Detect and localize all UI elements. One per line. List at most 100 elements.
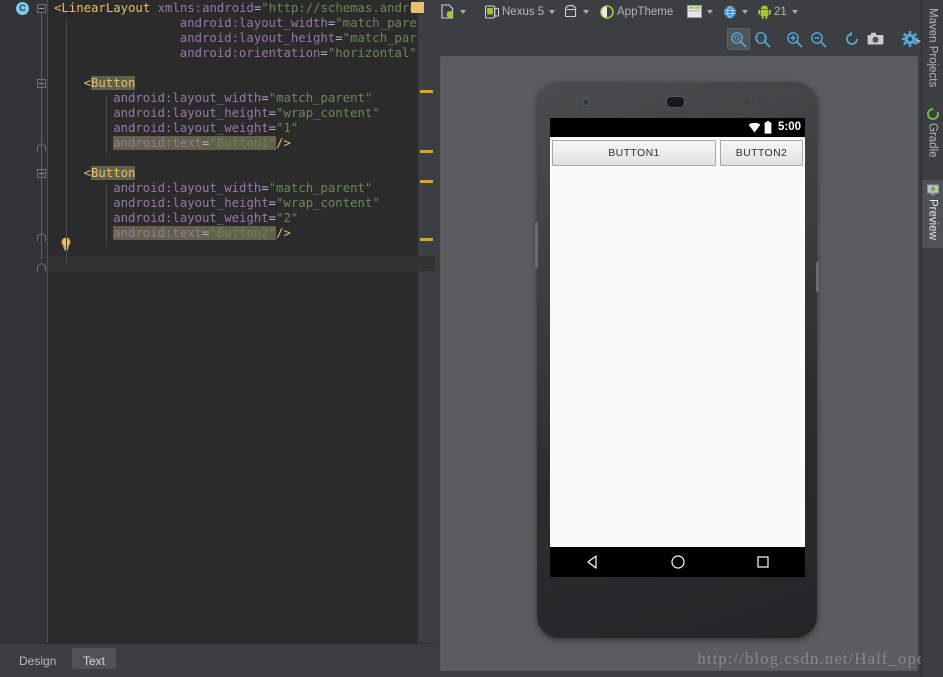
code-token: /> xyxy=(276,226,291,240)
code-folding-column[interactable] xyxy=(36,0,48,643)
code-token: "match_parent" xyxy=(268,181,373,195)
code-token: = xyxy=(335,31,343,45)
xml-class-marker-icon[interactable]: C xyxy=(16,2,29,15)
zoom-actual-size-button[interactable]: 1:1 xyxy=(751,28,774,50)
api-selector[interactable]: 21 xyxy=(758,2,798,21)
linear-layout-horizontal: BUTTON1 BUTTON2 xyxy=(550,137,805,169)
code-token: android:text xyxy=(113,136,203,150)
code-line[interactable]: android:layout_weight="2" xyxy=(113,211,298,226)
device-preview-nexus5[interactable]: 5:00 BUTTON1 BUTTON2 xyxy=(535,82,819,638)
code-line[interactable]: <Button xyxy=(84,166,136,181)
fold-region-line xyxy=(41,87,42,139)
code-line[interactable]: <LinearLayout xmlns:android="http://sche… xyxy=(54,1,435,16)
zoom-in-button[interactable] xyxy=(783,28,806,50)
code-token: /> xyxy=(276,136,291,150)
chevron-down-icon[interactable] xyxy=(742,9,748,14)
wifi-icon xyxy=(748,122,761,133)
settings-button[interactable] xyxy=(898,28,921,50)
right-tool-window-bar[interactable]: Maven Projects Gradle Preview xyxy=(921,0,943,677)
device-config-icon[interactable] xyxy=(440,2,466,21)
preview-zoom-toolbar[interactable]: 1:1 xyxy=(437,23,922,55)
code-token: "Button2" xyxy=(209,226,277,240)
light-sensor-icon xyxy=(757,100,761,104)
android-status-bar: 5:00 xyxy=(550,118,805,137)
chevron-down-icon[interactable] xyxy=(460,9,466,14)
warning-marker[interactable] xyxy=(420,150,433,153)
chevron-down-icon[interactable] xyxy=(549,9,556,14)
theme-icon xyxy=(600,4,614,19)
code-line[interactable]: android:layout_width="match_parent" xyxy=(113,91,372,106)
code-token: = xyxy=(268,106,277,120)
code-line[interactable]: android:layout_height="wrap_content" xyxy=(113,106,380,121)
activity-selector[interactable] xyxy=(687,2,713,21)
battery-icon xyxy=(764,121,772,134)
file-android-icon xyxy=(440,4,455,19)
chevron-down-icon[interactable] xyxy=(583,9,589,14)
code-token: Button xyxy=(91,76,136,90)
code-line[interactable]: android:text="Button2"/> xyxy=(113,226,291,241)
error-marker-strip[interactable] xyxy=(417,0,435,643)
tool-window-tab-label: Maven Projects xyxy=(926,8,939,88)
volume-button xyxy=(535,222,538,268)
warning-marker[interactable] xyxy=(420,180,433,183)
chevron-down-icon[interactable] xyxy=(707,9,713,14)
locale-selector[interactable] xyxy=(723,2,748,21)
tool-window-tab-gradle[interactable]: Gradle xyxy=(922,104,943,165)
code-token: = xyxy=(268,121,277,135)
zoom-to-fit-button[interactable] xyxy=(727,28,750,50)
recents-square-icon[interactable] xyxy=(755,554,771,570)
status-bar-clock: 5:00 xyxy=(777,121,801,133)
code-line[interactable]: <Button xyxy=(84,76,136,91)
code-token: "match_parent" xyxy=(268,91,373,105)
truncated-text-indicator xyxy=(411,2,424,13)
orientation-icon xyxy=(563,5,578,18)
code-token: < xyxy=(83,166,91,180)
preview-button-button1[interactable]: BUTTON1 xyxy=(552,140,716,166)
front-camera-icon xyxy=(582,98,590,106)
screenshot-button[interactable] xyxy=(864,28,887,50)
code-token: android:layout_width xyxy=(179,16,328,30)
code-token: = xyxy=(261,181,269,195)
proximity-sensor-icon xyxy=(745,100,749,104)
tool-window-tab-preview[interactable]: Preview xyxy=(922,180,943,249)
code-line[interactable]: android:layout_height="match_parent" xyxy=(180,31,435,46)
device-screen[interactable]: 5:00 BUTTON1 BUTTON2 xyxy=(550,118,805,577)
refresh-button[interactable] xyxy=(840,28,863,50)
code-token: android:layout_width xyxy=(113,181,262,195)
code-token: android:layout_weight xyxy=(113,211,269,225)
code-line[interactable]: android:layout_weight="1" xyxy=(113,121,298,136)
preview-config-toolbar[interactable]: Nexus 5 AppTheme 21 xyxy=(437,0,922,23)
code-token: = xyxy=(268,196,277,210)
tool-window-tab-maven-projects[interactable]: Maven Projects xyxy=(922,4,943,113)
caret-line-highlight xyxy=(48,256,435,271)
zoom-out-button[interactable] xyxy=(807,28,830,50)
chevron-down-icon[interactable] xyxy=(791,9,798,14)
device-icon xyxy=(485,4,499,19)
code-token: "1" xyxy=(276,121,299,135)
code-token: Button xyxy=(91,166,136,180)
back-triangle-icon[interactable] xyxy=(585,554,601,570)
code-token: "wrap_content" xyxy=(276,196,380,210)
tool-window-tab-label: Gradle xyxy=(926,123,939,158)
code-token: android:layout_width xyxy=(113,91,262,105)
fold-region-line xyxy=(41,177,42,229)
xml-code-editor[interactable]: 123456789101112131415161718 <LinearLayou… xyxy=(0,0,435,643)
code-token: "wrap_content" xyxy=(276,106,380,120)
code-line[interactable]: android:orientation="horizontal"> xyxy=(180,46,424,61)
code-token: android:layout_height xyxy=(179,31,336,45)
code-line[interactable]: android:text="Button1"/> xyxy=(113,136,291,151)
theme-selector[interactable]: AppTheme xyxy=(600,2,673,21)
code-line[interactable]: android:layout_width="match_parent" xyxy=(113,181,372,196)
code-token: "Button1" xyxy=(209,136,277,150)
warning-marker[interactable] xyxy=(420,90,433,93)
orientation-selector[interactable] xyxy=(563,2,589,21)
warning-marker[interactable] xyxy=(420,238,433,241)
code-token: xmlns:android xyxy=(157,1,254,15)
preview-button-button2[interactable]: BUTTON2 xyxy=(720,140,803,166)
code-line[interactable]: android:layout_height="wrap_content" xyxy=(113,196,380,211)
home-circle-icon[interactable] xyxy=(670,554,686,570)
earpiece-speaker-icon xyxy=(666,96,685,108)
fold-end-icon[interactable] xyxy=(37,259,46,272)
code-line[interactable]: android:layout_width="match_parent" xyxy=(180,16,435,31)
device-selector[interactable]: Nexus 5 xyxy=(485,2,556,21)
